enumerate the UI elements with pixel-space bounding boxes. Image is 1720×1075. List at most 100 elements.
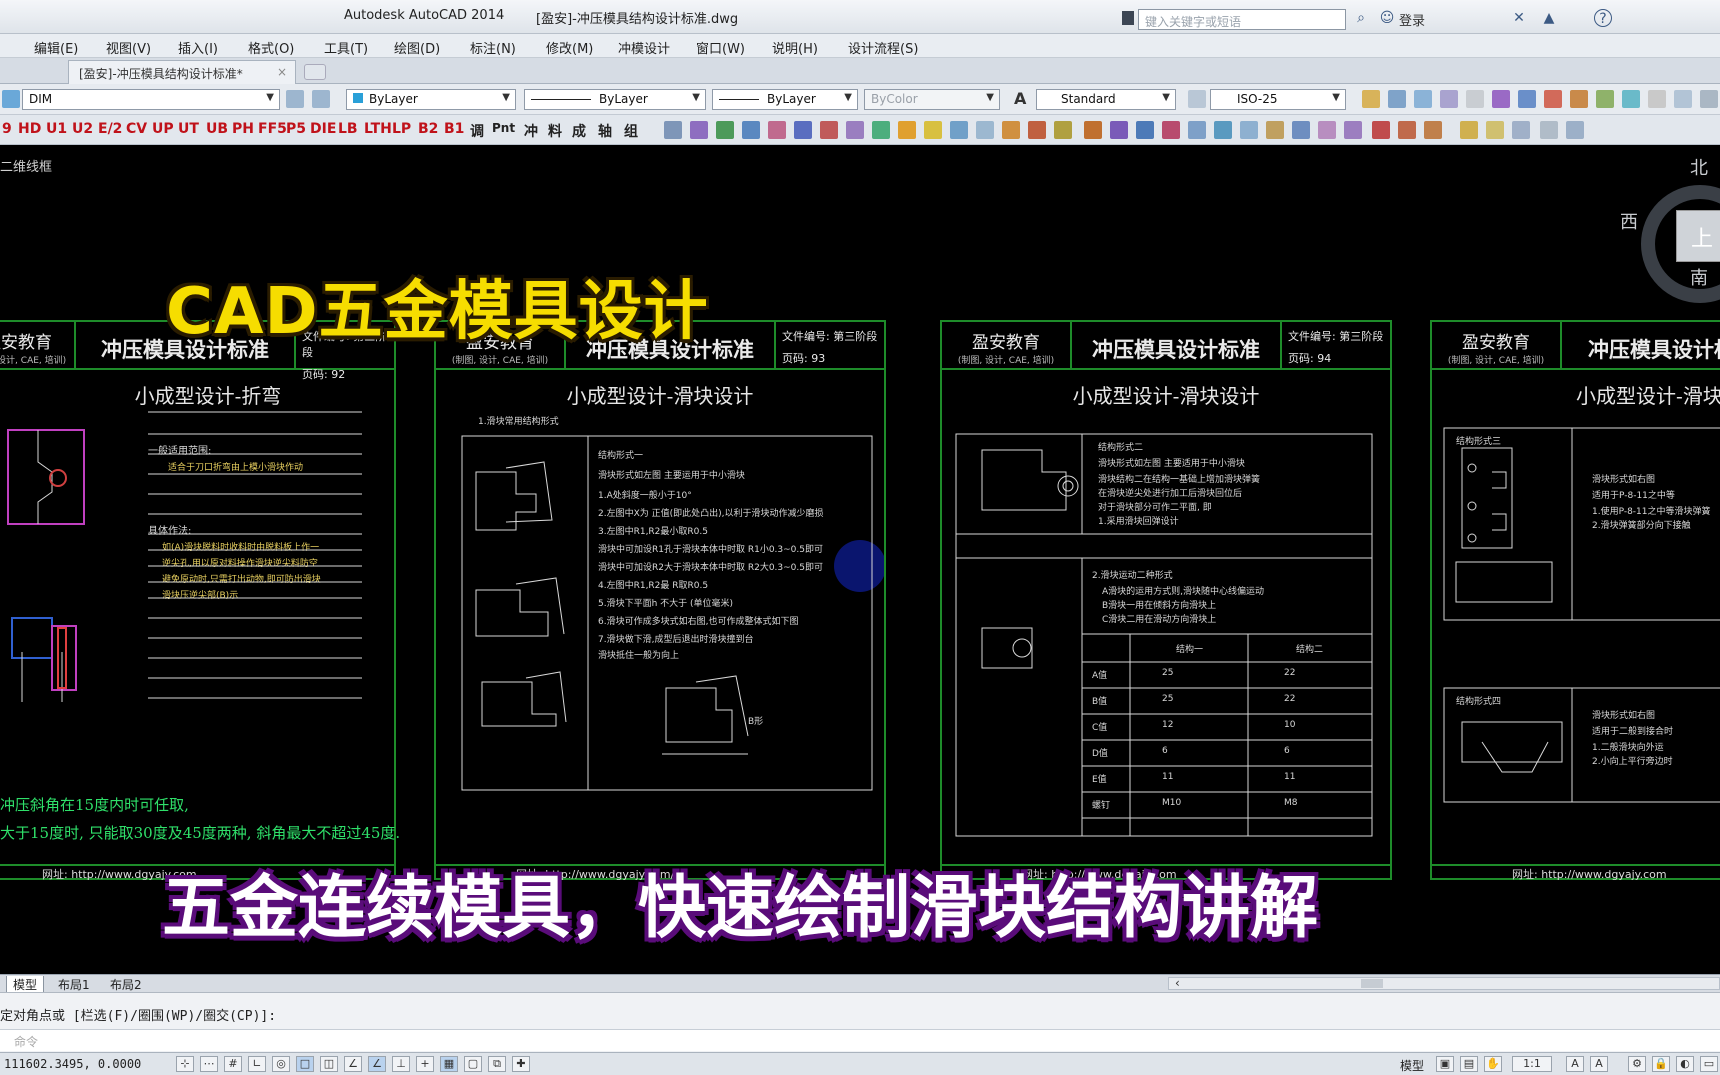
pencil-tool-icon[interactable]	[716, 121, 734, 139]
help-icon[interactable]: ?	[1594, 9, 1612, 27]
annotation-visibility-icon[interactable]: A	[1566, 1056, 1584, 1072]
quick-properties-icon[interactable]: ▢	[464, 1056, 482, 1072]
cmd-marker[interactable]: 9	[2, 121, 12, 137]
transparency-icon[interactable]: ▦	[440, 1056, 458, 1072]
table-style-icon[interactable]	[1362, 90, 1380, 108]
menu-modify[interactable]: 修改(M)	[546, 38, 593, 57]
edit-text-icon[interactable]	[1424, 121, 1442, 139]
coordinate-tool-icon[interactable]	[742, 121, 760, 139]
linetype-select[interactable]: ByLayer ▼	[524, 89, 706, 110]
wipeout-icon[interactable]	[1188, 121, 1206, 139]
cmd-zu[interactable]: 组	[624, 121, 638, 141]
layout-icon[interactable]	[1414, 90, 1432, 108]
toolbar-lock-icon[interactable]: 🔒	[1652, 1056, 1670, 1072]
cmd-ph[interactable]: PH	[232, 121, 254, 137]
color-select[interactable]: ByLayer ▼	[346, 89, 516, 110]
snap-tool-icon[interactable]	[664, 121, 682, 139]
binoculars-icon[interactable]: ⌕	[1352, 9, 1370, 27]
cmd-ub[interactable]: UB	[206, 121, 228, 137]
paste-special-icon[interactable]	[1566, 121, 1584, 139]
calc-icon[interactable]	[1596, 90, 1614, 108]
wand-icon[interactable]	[1054, 121, 1072, 139]
boundary-icon[interactable]	[1136, 121, 1154, 139]
new-tab-button[interactable]	[304, 64, 326, 80]
close-icon[interactable]: ×	[277, 65, 287, 79]
coordinate-readout[interactable]: 111602.3495, 0.0000	[4, 1057, 141, 1071]
cmd-ff5[interactable]: FF5	[258, 121, 287, 137]
cmd-up[interactable]: UP	[152, 121, 174, 137]
cmd-liao[interactable]: 料	[548, 121, 562, 141]
multileader-icon[interactable]	[1388, 90, 1406, 108]
text-style-select[interactable]: Standard ▼	[1036, 89, 1176, 110]
copy-icon[interactable]	[1512, 121, 1530, 139]
cmd-pnt[interactable]: Pnt	[492, 121, 515, 135]
donut-icon[interactable]	[1266, 121, 1284, 139]
mtext-icon[interactable]	[1398, 121, 1416, 139]
quick-view-drawings-icon[interactable]: ▤	[1460, 1056, 1478, 1072]
auto-scale-icon[interactable]: A	[1590, 1056, 1608, 1072]
search-toggle-icon[interactable]	[1122, 11, 1134, 25]
ruler-icon[interactable]	[1460, 121, 1478, 139]
drawing-canvas[interactable]: 二维线框 北 西 南 上 盈安教育 (制图, 设计, CAE, 培训) 冲压模具…	[0, 146, 1720, 974]
block-icon[interactable]	[1440, 90, 1458, 108]
cmd-hd[interactable]: HD	[18, 121, 41, 137]
menu-die-design[interactable]: 冲模设计	[618, 38, 670, 57]
snap-icon[interactable]	[1466, 90, 1484, 108]
palette-icon[interactable]	[924, 121, 942, 139]
block-insert-icon[interactable]	[1344, 121, 1362, 139]
cmd-chong[interactable]: 冲	[524, 121, 538, 141]
tab-active-document[interactable]: [盈安]-冲压模具结构设计标准* ×	[68, 60, 296, 84]
cmd-die[interactable]: DIE	[310, 121, 336, 137]
grid-icon[interactable]	[1648, 90, 1666, 108]
cmd-zhou[interactable]: 轴	[598, 121, 612, 141]
cmd-e2[interactable]: E/2	[98, 121, 122, 137]
layer-tool-icon[interactable]	[768, 121, 786, 139]
horizontal-scrollbar[interactable]: ‹	[1168, 976, 1720, 990]
menu-view[interactable]: 视图(V)	[106, 38, 151, 57]
zoom-icon[interactable]	[1674, 90, 1692, 108]
scrollbar-thumb[interactable]	[1361, 979, 1383, 988]
cmd-u1[interactable]: U1	[46, 121, 67, 137]
chart-tool-icon[interactable]	[872, 121, 890, 139]
quick-view-layouts-icon[interactable]: ▣	[1436, 1056, 1454, 1072]
ortho-mode-icon[interactable]: ∟	[248, 1056, 266, 1072]
cmd-ut[interactable]: UT	[178, 121, 199, 137]
circle-icon[interactable]	[1240, 121, 1258, 139]
layer-state-icon[interactable]	[2, 90, 20, 108]
lock-icon[interactable]	[1002, 121, 1020, 139]
cmd-tiao[interactable]: 调	[470, 121, 484, 141]
hardware-acceleration-icon[interactable]: ◐	[1676, 1056, 1694, 1072]
layer-select[interactable]: DIM ▼	[22, 89, 280, 110]
brush-icon[interactable]	[1028, 121, 1046, 139]
menu-help[interactable]: 说明(H)	[772, 38, 818, 57]
region-icon[interactable]	[1162, 121, 1180, 139]
cos-tool-icon[interactable]	[846, 121, 864, 139]
grid-display-icon[interactable]: #	[224, 1056, 242, 1072]
cmd-b1[interactable]: B1	[444, 121, 464, 137]
menu-window[interactable]: 窗口(W)	[696, 38, 745, 57]
spline-icon[interactable]	[1292, 121, 1310, 139]
menu-insert[interactable]: 插入(I)	[178, 38, 218, 57]
annotation-scale[interactable]: 1:1	[1512, 1056, 1552, 1072]
plus-circle-icon[interactable]	[1700, 90, 1718, 108]
dynamic-input-icon[interactable]: ⊥	[392, 1056, 410, 1072]
dim-linear-icon[interactable]	[1486, 121, 1504, 139]
infer-constraints-icon[interactable]: ⊹	[176, 1056, 194, 1072]
menu-draw[interactable]: 绘图(D)	[394, 38, 440, 57]
search-input[interactable]: 键入关键字或短语	[1138, 9, 1346, 30]
text-tool-icon[interactable]	[1372, 121, 1390, 139]
layer-previous-icon[interactable]	[312, 90, 330, 108]
model-space-label[interactable]: 模型	[1400, 1057, 1424, 1074]
color-grid-icon[interactable]	[898, 121, 916, 139]
compass-south[interactable]: 南	[1690, 264, 1708, 290]
tab-layout1[interactable]: 布局1	[52, 976, 96, 993]
clean-screen-icon[interactable]: ▭	[1700, 1056, 1718, 1072]
scroll-left-icon[interactable]: ‹	[1175, 976, 1180, 990]
cmd-lth[interactable]: LTH	[364, 121, 392, 137]
cmd-b2[interactable]: B2	[418, 121, 438, 137]
refresh-icon[interactable]	[1622, 90, 1640, 108]
paste-icon[interactable]	[1570, 90, 1588, 108]
erase-tool-icon[interactable]	[690, 121, 708, 139]
ellipse-icon[interactable]	[1318, 121, 1336, 139]
command-input[interactable]: 命令	[0, 1029, 1720, 1051]
